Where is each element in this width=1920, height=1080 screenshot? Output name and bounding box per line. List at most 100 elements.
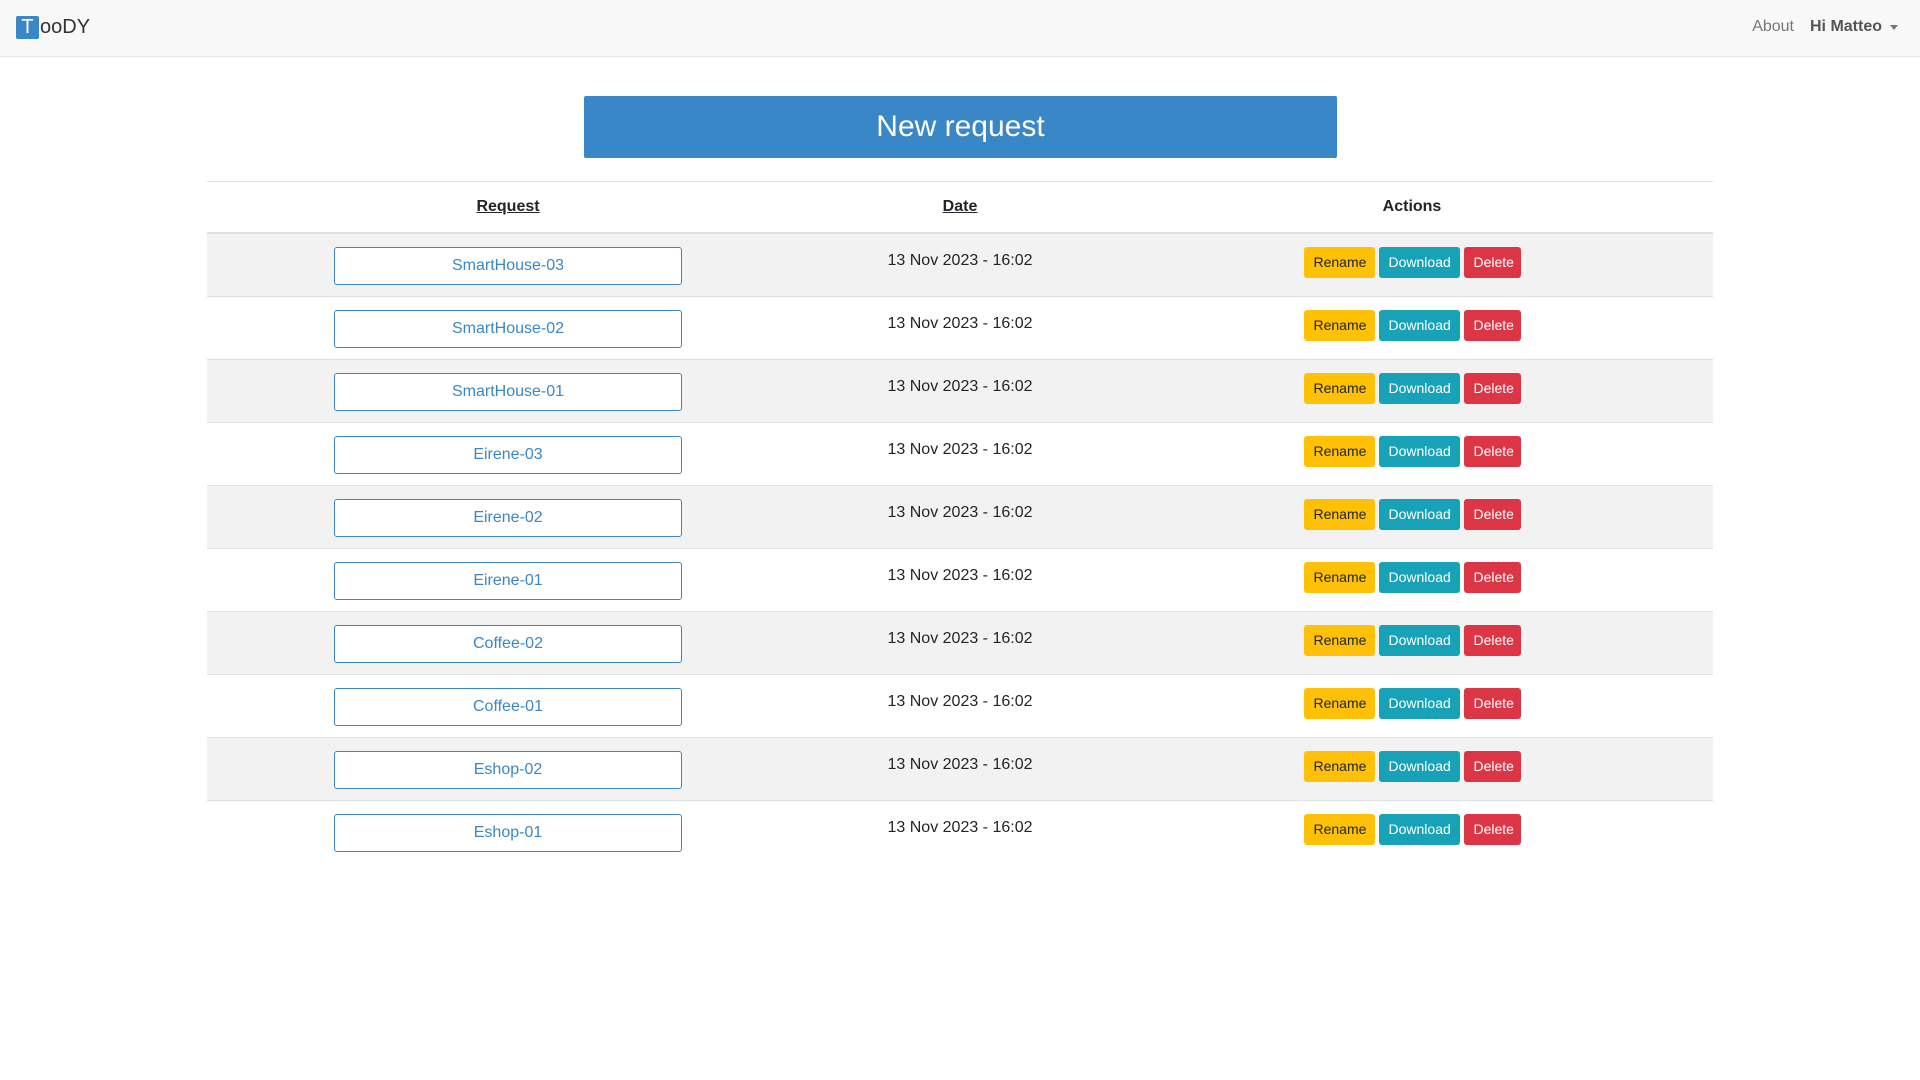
request-cell: Eshop-02 (207, 736, 809, 800)
request-name-button[interactable]: Coffee-02 (334, 624, 682, 663)
table-row: Eirene-03 13 Nov 2023 - 16:02 Rename Downlo… (207, 421, 1713, 485)
download-button[interactable]: Download (1378, 561, 1460, 593)
brand-link[interactable]: T ooDY (16, 16, 90, 39)
table-body: SmartHouse-03 13 Nov 2023 - 16:02 Rename Do… (207, 232, 1713, 863)
request-name-button[interactable]: Eirene-02 (334, 498, 682, 537)
delete-button[interactable]: Delete (1463, 813, 1521, 845)
actions-cell: Rename Download Delete (1111, 232, 1713, 296)
table-row: Eirene-01 13 Nov 2023 - 16:02 Rename Downlo… (207, 547, 1713, 611)
actions-cell: Rename Download Delete (1111, 799, 1713, 863)
delete-button[interactable]: Delete (1463, 372, 1521, 404)
date-cell: 13 Nov 2023 - 16:02 (809, 421, 1111, 485)
delete-button[interactable]: Delete (1463, 498, 1521, 530)
request-name-button[interactable]: Eshop-02 (334, 750, 682, 789)
user-menu-dropdown[interactable]: Hi Matteo (1810, 18, 1898, 36)
action-buttons: Rename Download Delete (1111, 435, 1713, 467)
date-cell: 13 Nov 2023 - 16:02 (809, 547, 1111, 611)
table-row: Eshop-02 13 Nov 2023 - 16:02 Rename Downloa… (207, 736, 1713, 800)
action-buttons: Rename Download Delete (1111, 309, 1713, 341)
actions-cell: Rename Download Delete (1111, 736, 1713, 800)
header-request[interactable]: Request (207, 181, 809, 234)
top-navbar: T ooDY About Hi Matteo (0, 0, 1920, 57)
request-name-button[interactable]: SmartHouse-03 (334, 247, 682, 285)
rename-button[interactable]: Rename (1303, 561, 1375, 593)
download-button[interactable]: Download (1378, 498, 1460, 530)
download-button[interactable]: Download (1378, 247, 1460, 278)
rename-button[interactable]: Rename (1303, 247, 1375, 278)
download-button[interactable]: Download (1378, 750, 1460, 782)
action-buttons: Rename Download Delete (1111, 687, 1713, 719)
actions-cell: Rename Download Delete (1111, 358, 1713, 422)
rename-button[interactable]: Rename (1303, 372, 1375, 404)
download-button[interactable]: Download (1378, 813, 1460, 845)
download-button[interactable]: Download (1378, 435, 1460, 467)
request-cell: Eirene-03 (207, 421, 809, 485)
user-greeting: Hi Matteo (1810, 18, 1882, 35)
caret-down-icon (1890, 24, 1898, 30)
table-row: SmartHouse-01 13 Nov 2023 - 16:02 Rename Do… (207, 358, 1713, 422)
date-cell: 13 Nov 2023 - 16:02 (809, 484, 1111, 548)
download-button[interactable]: Download (1378, 372, 1460, 404)
request-cell: Eirene-02 (207, 484, 809, 548)
request-name-button[interactable]: SmartHouse-01 (334, 372, 682, 411)
table-row: SmartHouse-03 13 Nov 2023 - 16:02 Rename Do… (207, 232, 1713, 296)
table-row: Eshop-01 13 Nov 2023 - 16:02 Rename Downloa… (207, 799, 1713, 863)
action-buttons: Rename Download Delete (1111, 498, 1713, 530)
header-actions: Actions (1111, 181, 1713, 234)
table-row: Coffee-02 13 Nov 2023 - 16:02 Rename Downlo… (207, 610, 1713, 674)
table-row: Eirene-02 13 Nov 2023 - 16:02 Rename Downlo… (207, 484, 1713, 548)
action-buttons: Rename Download Delete (1111, 624, 1713, 656)
download-button[interactable]: Download (1378, 309, 1460, 341)
delete-button[interactable]: Delete (1463, 435, 1521, 467)
rename-button[interactable]: Rename (1303, 309, 1375, 341)
rename-button[interactable]: Rename (1303, 750, 1375, 782)
rename-button[interactable]: Rename (1303, 435, 1375, 467)
download-button[interactable]: Download (1378, 687, 1460, 719)
request-cell: Coffee-02 (207, 610, 809, 674)
request-cell: Eshop-01 (207, 799, 809, 863)
header-date-label: Date (942, 198, 978, 215)
date-cell: 13 Nov 2023 - 16:02 (809, 799, 1111, 863)
actions-cell: Rename Download Delete (1111, 295, 1713, 359)
brand-logo-icon: T (16, 16, 39, 39)
rename-button[interactable]: Rename (1303, 624, 1375, 656)
rename-button[interactable]: Rename (1303, 813, 1375, 845)
date-cell: 13 Nov 2023 - 16:02 (809, 736, 1111, 800)
rename-button[interactable]: Rename (1303, 498, 1375, 530)
request-name-button[interactable]: SmartHouse-02 (334, 309, 682, 348)
actions-cell: Rename Download Delete (1111, 421, 1713, 485)
actions-cell: Rename Download Delete (1111, 673, 1713, 737)
request-name-button[interactable]: Eirene-01 (334, 561, 682, 600)
new-request-button[interactable]: New request (584, 96, 1337, 158)
delete-button[interactable]: Delete (1463, 687, 1521, 719)
request-cell: SmartHouse-01 (207, 358, 809, 422)
delete-button[interactable]: Delete (1463, 624, 1521, 656)
table-row: SmartHouse-02 13 Nov 2023 - 16:02 Rename Do… (207, 295, 1713, 359)
delete-button[interactable]: Delete (1463, 247, 1521, 278)
delete-button[interactable]: Delete (1463, 561, 1521, 593)
date-cell: 13 Nov 2023 - 16:02 (809, 295, 1111, 359)
requests-table-container: Request Date Actions SmartHouse-03 13 Nov… (207, 181, 1713, 863)
date-cell: 13 Nov 2023 - 16:02 (809, 673, 1111, 737)
date-cell: 13 Nov 2023 - 16:02 (809, 610, 1111, 674)
requests-table: Request Date Actions SmartHouse-03 13 Nov… (207, 181, 1713, 863)
about-link[interactable]: About (1752, 18, 1794, 36)
action-buttons: Rename Download Delete (1111, 750, 1713, 782)
request-cell: Coffee-01 (207, 673, 809, 737)
rename-button[interactable]: Rename (1303, 687, 1375, 719)
actions-cell: Rename Download Delete (1111, 547, 1713, 611)
table-row: Coffee-01 13 Nov 2023 - 16:02 Rename Downlo… (207, 673, 1713, 737)
date-cell: 13 Nov 2023 - 16:02 (809, 232, 1111, 296)
request-name-button[interactable]: Eirene-03 (334, 435, 682, 474)
delete-button[interactable]: Delete (1463, 750, 1521, 782)
header-date[interactable]: Date (809, 181, 1111, 234)
delete-button[interactable]: Delete (1463, 309, 1521, 341)
actions-cell: Rename Download Delete (1111, 484, 1713, 548)
date-cell: 13 Nov 2023 - 16:02 (809, 358, 1111, 422)
brand-text: ooDY (40, 16, 91, 38)
request-name-button[interactable]: Coffee-01 (334, 687, 682, 726)
request-cell: Eirene-01 (207, 547, 809, 611)
action-buttons: Rename Download Delete (1111, 372, 1713, 404)
request-name-button[interactable]: Eshop-01 (334, 813, 682, 852)
download-button[interactable]: Download (1378, 624, 1460, 656)
